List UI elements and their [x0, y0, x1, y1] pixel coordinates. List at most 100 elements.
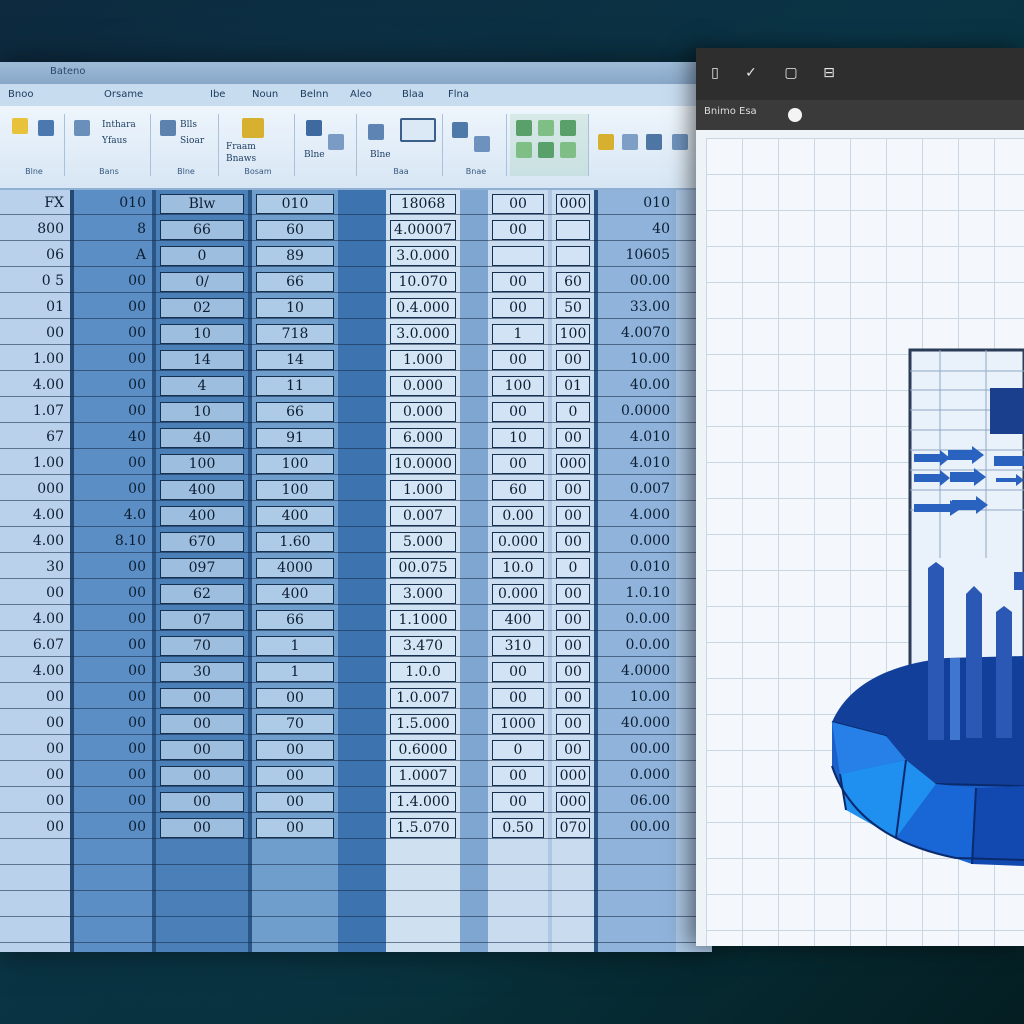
table-cell[interactable]: 00: [78, 714, 146, 732]
page-icon[interactable]: ▢: [782, 64, 800, 82]
table-cell[interactable]: 40.000: [602, 714, 670, 732]
table-cell[interactable]: 6.07: [4, 636, 64, 654]
table-cell[interactable]: 00: [78, 272, 146, 290]
table-cell[interactable]: 00: [556, 740, 590, 760]
table-cell[interactable]: 00: [256, 818, 334, 838]
table-cell[interactable]: 718: [256, 324, 334, 344]
table-cell[interactable]: 70: [160, 636, 244, 656]
ribbon-text[interactable]: Fraam: [226, 142, 256, 152]
table-cell[interactable]: 00: [556, 350, 590, 370]
table-cell[interactable]: 00: [78, 792, 146, 810]
table-cell[interactable]: 00: [492, 220, 544, 240]
table-cell[interactable]: 01: [556, 376, 590, 396]
table-cell[interactable]: 62: [160, 584, 244, 604]
table-cell[interactable]: 1.4.000: [390, 792, 456, 812]
table-cell[interactable]: 30: [160, 662, 244, 682]
table-cell[interactable]: 010: [602, 194, 670, 212]
table-cell[interactable]: 1.0.10: [602, 584, 670, 602]
table-cell[interactable]: 10.00: [602, 688, 670, 706]
table-cell[interactable]: 00: [4, 688, 64, 706]
cell-grid[interactable]: FX 800 06 0 5 01 00 1.00 4.00 1.07 67 1.00 000 4.00 4…: [0, 190, 712, 952]
table-cell[interactable]: 00: [492, 272, 544, 292]
table-cell[interactable]: 100: [256, 480, 334, 500]
table-cell[interactable]: 4000: [256, 558, 334, 578]
table-cell[interactable]: 00: [556, 480, 590, 500]
table-cell[interactable]: 1.5.070: [390, 818, 456, 838]
table-cell[interactable]: 010: [256, 194, 334, 214]
table-cell[interactable]: 00: [556, 714, 590, 734]
table-cell[interactable]: 40.00: [602, 376, 670, 394]
table-cell[interactable]: 1.1000: [390, 610, 456, 630]
table-cell[interactable]: 100: [492, 376, 544, 396]
table-cell[interactable]: 4.000: [602, 506, 670, 524]
table-cell[interactable]: 00: [492, 402, 544, 422]
table-cell[interactable]: 66: [256, 610, 334, 630]
table-cell[interactable]: 0.6000: [390, 740, 456, 760]
table-cell[interactable]: 14: [160, 350, 244, 370]
table-cell[interactable]: 0.000: [390, 376, 456, 396]
table-cell[interactable]: 400: [256, 584, 334, 604]
table-cell[interactable]: 00: [556, 532, 590, 552]
table-cell[interactable]: 00: [78, 376, 146, 394]
sparkline-icon[interactable]: [598, 134, 614, 150]
table-cell[interactable]: 00: [492, 688, 544, 708]
table-cell[interactable]: 670: [160, 532, 244, 552]
ribbon-text[interactable]: Bnaws: [226, 154, 256, 164]
table-cell[interactable]: 0/: [160, 272, 244, 292]
insert-table-icon[interactable]: [400, 118, 436, 142]
ribbon-tab[interactable]: Aleo: [350, 89, 372, 100]
table-cell[interactable]: 00: [256, 688, 334, 708]
chart-type-icon[interactable]: [538, 142, 554, 158]
table-cell[interactable]: 60: [256, 220, 334, 240]
table-cell[interactable]: 02: [160, 298, 244, 318]
table-cell[interactable]: 800: [4, 220, 64, 238]
table-cell[interactable]: 4.00007: [390, 220, 456, 240]
table-cell[interactable]: 10: [256, 298, 334, 318]
paste-icon[interactable]: [12, 118, 28, 134]
table-cell[interactable]: 00: [78, 740, 146, 758]
table-cell[interactable]: 4.010: [602, 454, 670, 472]
table-cell[interactable]: 0.010: [602, 558, 670, 576]
table-cell[interactable]: 00: [556, 636, 590, 656]
table-cell[interactable]: 0.00: [492, 506, 544, 526]
table-cell[interactable]: 5.000: [390, 532, 456, 552]
table-cell[interactable]: 00.00: [602, 272, 670, 290]
table-cell[interactable]: 000: [556, 792, 590, 812]
table-cell[interactable]: 4.00: [4, 610, 64, 628]
ribbon-tab[interactable]: Orsame: [104, 89, 143, 100]
table-cell[interactable]: 0.000: [492, 584, 544, 604]
table-cell[interactable]: 1: [256, 636, 334, 656]
table-cell[interactable]: 100: [256, 454, 334, 474]
table-cell[interactable]: 00: [78, 818, 146, 836]
table-cell[interactable]: 6.000: [390, 428, 456, 448]
table-cell[interactable]: 30: [4, 558, 64, 576]
save-icon[interactable]: ⊟: [820, 64, 838, 82]
table-cell[interactable]: [556, 220, 590, 240]
table-cell[interactable]: 3.470: [390, 636, 456, 656]
ribbon-text[interactable]: Blne: [370, 150, 391, 160]
table-cell[interactable]: 40: [160, 428, 244, 448]
table-cell[interactable]: 400: [492, 610, 544, 630]
table-cell[interactable]: 1.60: [256, 532, 334, 552]
table-cell[interactable]: 10: [160, 324, 244, 344]
table-cell[interactable]: 8.10: [78, 532, 146, 550]
table-cell[interactable]: 0: [556, 558, 590, 578]
table-cell[interactable]: 1.00: [4, 454, 64, 472]
ribbon-tab[interactable]: Bnoo: [8, 89, 33, 100]
table-cell[interactable]: 00: [4, 766, 64, 784]
table-cell[interactable]: 00: [78, 766, 146, 784]
table-cell[interactable]: 00: [556, 662, 590, 682]
table-cell[interactable]: 4.00: [4, 532, 64, 550]
ribbon-tab[interactable]: Ibe: [210, 89, 225, 100]
ribbon-text[interactable]: Yfaus: [102, 136, 127, 146]
mobile-icon[interactable]: ▯: [706, 64, 724, 82]
table-cell[interactable]: 000: [556, 194, 590, 214]
table-cell[interactable]: 00: [78, 662, 146, 680]
table-cell[interactable]: 00: [256, 766, 334, 786]
chart-type-icon[interactable]: [538, 120, 554, 136]
table-cell[interactable]: 0: [492, 740, 544, 760]
table-cell[interactable]: 00: [492, 350, 544, 370]
table-cell[interactable]: 3.0.000: [390, 324, 456, 344]
table-cell[interactable]: 60: [492, 480, 544, 500]
table-cell[interactable]: 00: [160, 740, 244, 760]
